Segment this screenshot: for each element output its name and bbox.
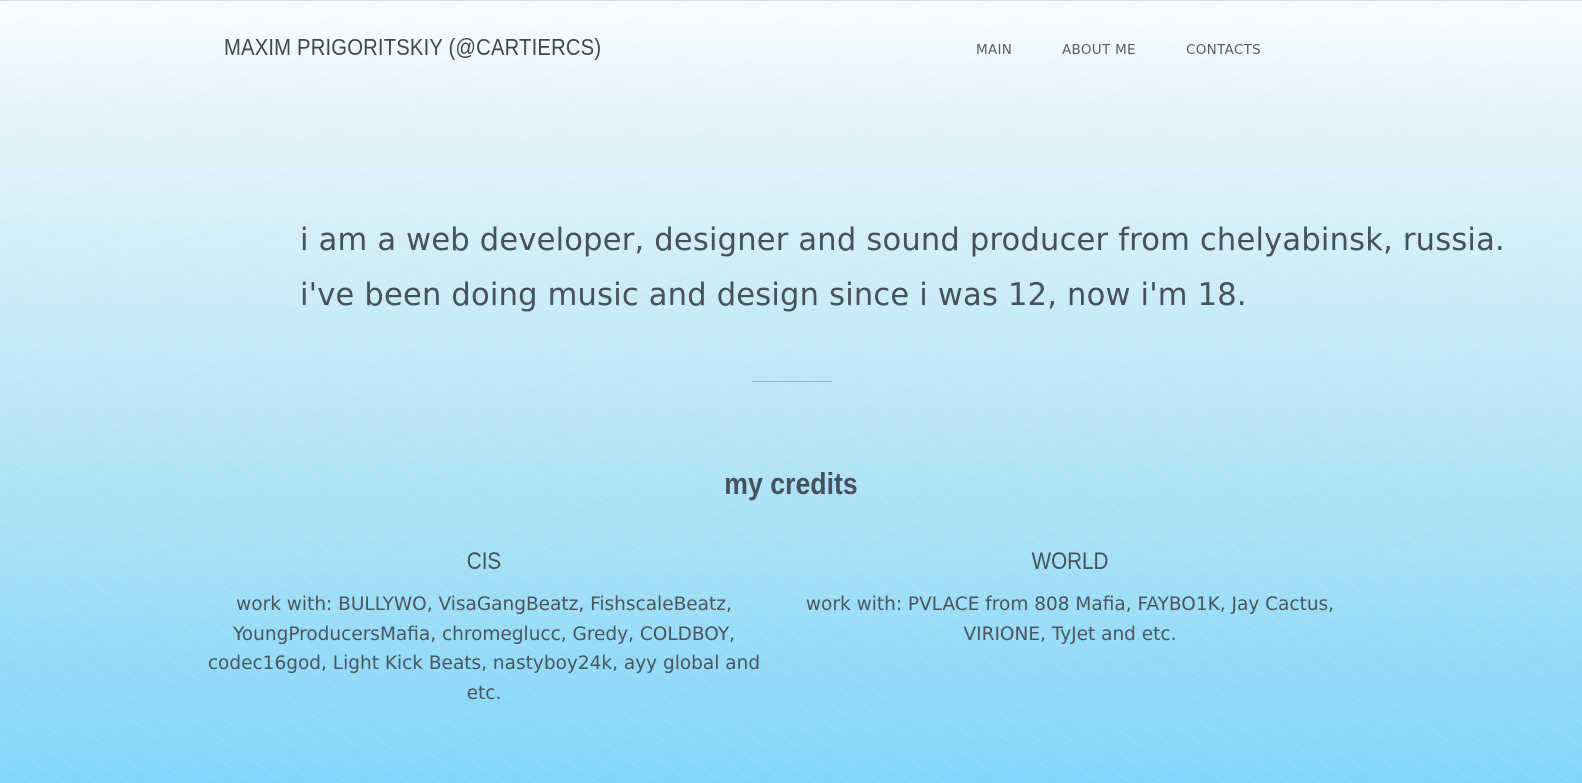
credits-column-world: WORLD work with: PVLACE from 808 Mafia, …	[800, 548, 1340, 649]
credits-title: my credits	[724, 465, 858, 501]
credits-text-world: work with: PVLACE from 808 Mafia, FAYBO1…	[805, 594, 1335, 645]
intro-section: i am a web developer, designer and sound…	[300, 213, 1551, 323]
intro-line-1: i am a web developer, designer and sound…	[300, 222, 1505, 258]
credits-heading-world: WORLD	[1031, 548, 1109, 575]
nav-link-about-me[interactable]: ABOUT ME	[1062, 42, 1136, 58]
intro-line-2: i've been doing music and design since i…	[300, 277, 1247, 313]
credits-column-cis: CIS work with: BULLYWO, VisaGangBeatz, F…	[204, 548, 764, 708]
nav-link-main[interactable]: MAIN	[976, 42, 1012, 58]
site-header: MAXIM PRIGORITSKIY (@CARTIERCS) MAIN ABO…	[0, 0, 1582, 100]
section-divider	[752, 381, 832, 382]
site-brand-link[interactable]: MAXIM PRIGORITSKIY (@CARTIERCS)	[224, 34, 601, 61]
credits-text-cis: work with: BULLYWO, VisaGangBeatz, Fishs…	[207, 594, 761, 704]
nav-link-contacts[interactable]: CONTACTS	[1186, 42, 1261, 58]
credits-heading-cis: CIS	[466, 548, 502, 575]
